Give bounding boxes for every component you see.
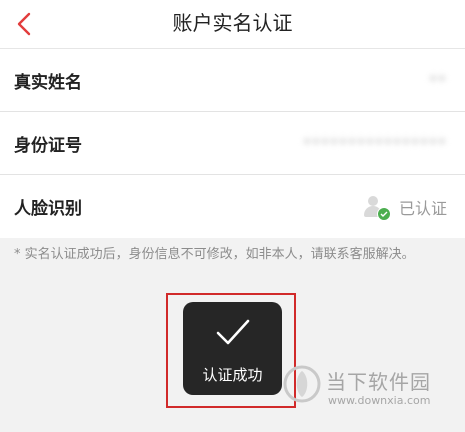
header-bar: 账户实名认证 <box>0 0 465 49</box>
face-recognition-status: 已认证 <box>363 175 447 238</box>
face-status-text: 已认证 <box>398 198 447 218</box>
notice-text: * 实名认证成功后，身份信息不可修改，如非本人，请联系客服解决。 <box>14 247 415 262</box>
watermark-logo-icon <box>283 365 321 403</box>
face-recognition-label: 人脸识别 <box>14 199 82 219</box>
verification-form: 真实姓名 ** 身份证号 **************** 人脸识别 已认证 <box>0 49 465 238</box>
real-name-row: 真实姓名 ** <box>0 49 465 112</box>
watermark: 当下软件园 www.downxia.com <box>282 362 462 412</box>
id-number-value: **************** <box>303 112 447 174</box>
real-name-label: 真实姓名 <box>14 72 82 93</box>
real-name-masked: ** <box>429 70 447 90</box>
page-title: 账户实名认证 <box>172 11 293 35</box>
face-recognition-row[interactable]: 人脸识别 已认证 <box>0 175 465 238</box>
watermark-name: 当下软件园 <box>326 370 431 394</box>
face-verified-icon <box>363 195 391 221</box>
id-number-row: 身份证号 **************** <box>0 112 465 175</box>
real-name-value: ** <box>429 49 447 111</box>
highlight-box <box>166 293 296 408</box>
id-number-masked: **************** <box>303 133 447 153</box>
id-number-label: 身份证号 <box>14 135 82 156</box>
watermark-url: www.downxia.com <box>328 394 431 407</box>
